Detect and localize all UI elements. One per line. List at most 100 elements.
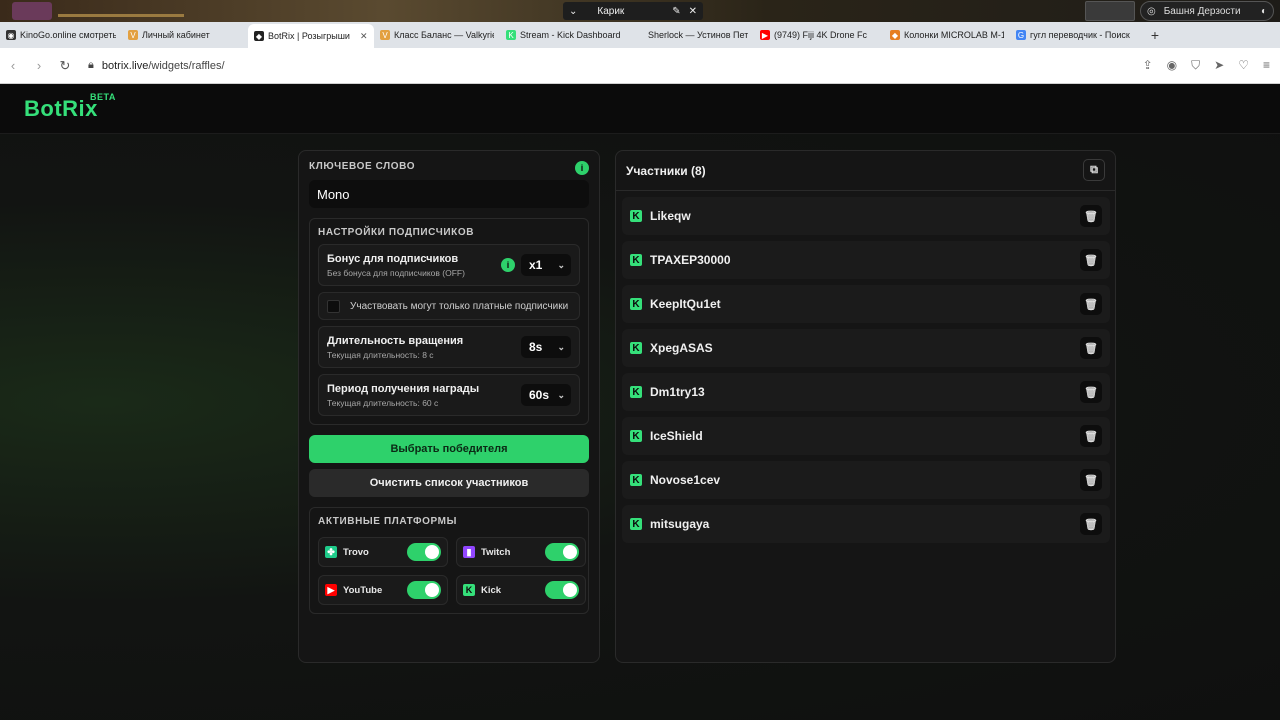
browser-tab[interactable]: ◆ BotRix | Розыгрыши ✕ <box>248 24 374 48</box>
botrix-logo[interactable]: BotRix BETA <box>24 92 115 122</box>
close-tab-icon[interactable]: ✕ <box>360 31 368 42</box>
copy-icon[interactable]: ⧉ <box>1083 159 1105 181</box>
browser-tab[interactable]: ◉ KinoGo.online смотреть ф <box>0 24 122 46</box>
toggle-icon[interactable]: ◐ <box>1261 6 1267 17</box>
participant-name: IceShield <box>650 429 703 443</box>
trash-icon[interactable]: 🗑︎ <box>1080 381 1102 403</box>
platform-twitch: ▮ Twitch <box>456 537 586 567</box>
browser-tab[interactable]: Sherlock — Устинов Петр <box>628 24 754 46</box>
kinogo-icon: ◉ <box>6 30 16 40</box>
twitch-icon: ▮ <box>463 546 475 558</box>
participant-row: K Likeqw 🗑︎ <box>622 197 1110 235</box>
back-icon[interactable]: ‹ <box>0 58 26 73</box>
paid-only-row[interactable]: Участвовать могут только платные подписч… <box>318 292 580 320</box>
platform-kick: K Kick <box>456 575 586 605</box>
kick-icon: K <box>630 342 642 354</box>
forward-icon[interactable]: › <box>26 58 52 73</box>
trash-icon[interactable]: 🗑︎ <box>1080 425 1102 447</box>
keyword-title: Ключевое слово <box>309 161 416 172</box>
browser-tab[interactable]: ◆ Колонки MICROLAB M-1( <box>884 24 1010 46</box>
spin-duration-select[interactable]: 8s ⌄ <box>521 336 571 358</box>
participant-name: XpegASAS <box>650 341 713 355</box>
chevron-down-icon[interactable]: ⌄ <box>569 6 577 17</box>
game-icon <box>12 2 52 20</box>
botrix-icon: ◆ <box>254 31 264 41</box>
bookmark-icon[interactable]: ♡ <box>1238 58 1249 73</box>
youtube-icon: ▶ <box>325 584 337 596</box>
chevron-down-icon: ⌄ <box>557 389 565 400</box>
kick-icon: K <box>506 30 516 40</box>
trash-icon[interactable]: 🗑︎ <box>1080 469 1102 491</box>
browser-tab-label: гугл переводчик - Поиск <box>1030 30 1130 40</box>
compass-icon: ◎ <box>1147 5 1156 17</box>
subscriber-settings-title: Настройки подписчиков <box>318 227 475 238</box>
edit-icon[interactable]: ✎ <box>672 6 680 17</box>
url-host: botrix.live <box>101 59 149 72</box>
trash-icon[interactable]: 🗑︎ <box>1080 293 1102 315</box>
browser-tab[interactable]: Gгугл переводчик - Поиск <box>1010 24 1142 46</box>
participant-name: mitsugaya <box>650 517 710 531</box>
paid-only-checkbox[interactable] <box>327 299 340 313</box>
info-icon[interactable]: i <box>501 258 515 272</box>
trash-icon[interactable]: 🗑︎ <box>1080 249 1102 271</box>
browser-tab[interactable]: ▶ (9749) Fiji 4K Drone Fc <box>754 24 884 46</box>
game-location-label: Башня Дерзости <box>1163 5 1241 17</box>
browser-tab[interactable]: K Stream - Kick Dashboard <box>500 24 628 46</box>
browser-tab-label: Личный кабинет <box>142 30 210 40</box>
kick-icon: K <box>630 518 642 530</box>
reload-icon[interactable]: ↻ <box>52 58 78 74</box>
platform-toggle[interactable] <box>407 543 441 561</box>
toggle-knob <box>425 583 439 597</box>
chevron-down-icon: ⌄ <box>557 341 565 352</box>
sub-bonus-select[interactable]: x1 ⌄ <box>521 254 571 276</box>
url-field[interactable]: 🔒︎ botrix.live/widgets/raffles/ <box>88 59 225 72</box>
new-tab-icon[interactable]: + <box>1146 27 1164 43</box>
participant-name: Dm1try13 <box>650 385 705 399</box>
participant-row: K Dm1try13 🗑︎ <box>622 373 1110 411</box>
platform-label: Kick <box>481 584 502 596</box>
game-location-pill[interactable]: ◎ Башня Дерзости ◐ <box>1140 1 1274 21</box>
platform-toggle[interactable] <box>407 581 441 599</box>
close-icon[interactable]: ✕ <box>689 6 697 17</box>
participant-row: Kmitsugaya 🗑︎ <box>622 505 1110 543</box>
browser-tab[interactable]: V Личный кабинет <box>122 24 248 46</box>
valkyrie-icon: V <box>380 30 390 40</box>
platform-youtube: ▶ YouTube <box>318 575 448 605</box>
camera-icon[interactable]: ◉ <box>1167 58 1177 73</box>
participants-title: Участники (8) <box>626 163 706 178</box>
valkyrie-icon: V <box>128 30 138 40</box>
platforms-grid: ✤ Trovo ▮ Twitch ▶ YouTube K Kick <box>318 537 586 605</box>
keyword-input[interactable]: Mono <box>309 180 589 208</box>
browser-tab-label: KinoGo.online смотреть ф <box>20 30 116 40</box>
pick-winner-button[interactable]: Выбрать победителя <box>309 435 589 463</box>
browser-tab-strip: ◉ KinoGo.online смотреть ф V Личный кабинет… <box>0 22 1280 48</box>
share-icon[interactable]: ⇪ <box>1143 58 1153 73</box>
browser-tab[interactable]: V Класс Баланс — Valkyrie <box>374 24 500 46</box>
generic-icon <box>634 30 644 40</box>
participant-name: TPAXEP30000 <box>650 253 731 267</box>
lock-icon: 🔒︎ <box>88 59 94 71</box>
trash-icon[interactable]: 🗑︎ <box>1080 205 1102 227</box>
platform-toggle[interactable] <box>545 581 579 599</box>
trash-icon[interactable]: 🗑︎ <box>1080 513 1102 535</box>
claim-period-row: Период получения награды Текущая длитель… <box>318 374 580 416</box>
raffle-settings-panel: Ключевое слово i Mono Настройки подписчи… <box>298 150 600 663</box>
participants-panel: Участники (8) ⧉ K Likeqw 🗑︎ K TPAXEP30000 🗑︎ K… <box>615 150 1116 663</box>
trash-icon[interactable]: 🗑︎ <box>1080 337 1102 359</box>
clear-participants-button[interactable]: Очистить список участников <box>309 469 589 497</box>
kick-icon: K <box>630 254 642 266</box>
game-avatar-icon[interactable] <box>1085 1 1135 21</box>
os-top-bar: ⌄ Карик ✎ ✕ ◎ Башня Дерзости ◐ <box>0 0 1280 22</box>
send-icon[interactable]: ➤ <box>1214 58 1224 73</box>
chat-overlay[interactable]: ⌄ Карик ✎ ✕ <box>563 2 703 20</box>
claim-period-select[interactable]: 60s ⌄ <box>521 384 571 406</box>
participant-row: K IceShield 🗑︎ <box>622 417 1110 455</box>
kick-icon: K <box>630 386 642 398</box>
info-icon[interactable]: i <box>575 161 589 175</box>
kick-icon: K <box>630 210 642 222</box>
shield-icon[interactable]: ⛉ <box>1191 58 1200 73</box>
participant-row: K Novose1cev 🗑︎ <box>622 461 1110 499</box>
platform-toggle[interactable] <box>545 543 579 561</box>
platform-label: YouTube <box>343 584 383 596</box>
menu-icon[interactable]: ≡ <box>1263 58 1270 73</box>
